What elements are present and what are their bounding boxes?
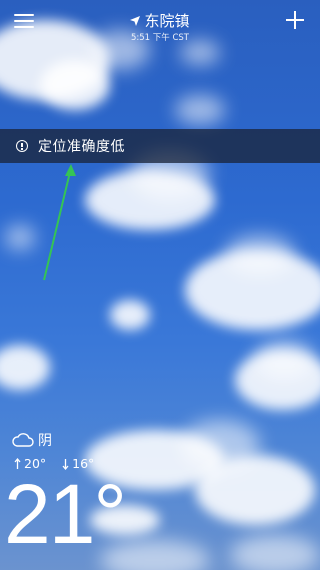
condition-text: 阴 <box>38 433 52 449</box>
cloud-icon <box>12 433 34 447</box>
current-temperature: 21° <box>4 467 127 561</box>
condition-row: 阴 <box>12 430 52 450</box>
